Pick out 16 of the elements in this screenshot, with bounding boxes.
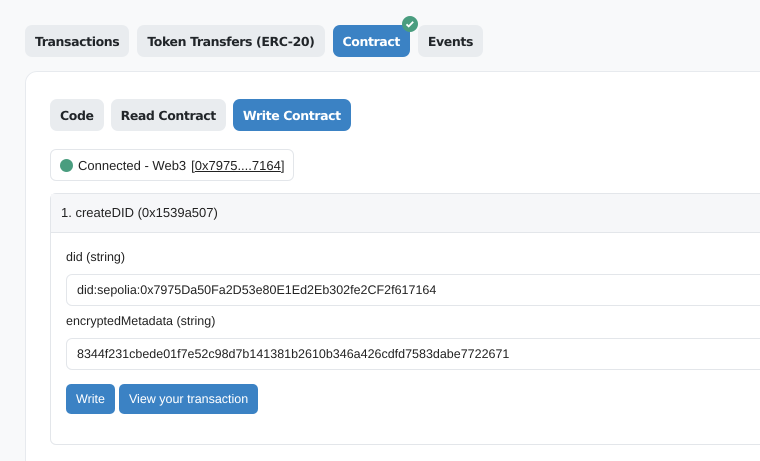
input-field[interactable]: 8344f231cbede01f7e52c98d7b141381b2610b346a426cdfd7583dabe7722671	[66, 338, 760, 370]
action-button[interactable]: Write	[66, 384, 115, 414]
tab[interactable]: Transactions	[25, 25, 130, 57]
status-text: Connected - Web3	[78, 158, 186, 172]
action-button[interactable]: View your transaction	[118, 384, 258, 414]
tab[interactable]: Code	[50, 99, 104, 131]
tab[interactable]: Events	[418, 25, 484, 57]
tab[interactable]: Write Contract	[232, 99, 351, 131]
function-title[interactable]: 1. createDID (0x1539a507)	[51, 194, 760, 233]
tab[interactable]: Read Contract	[110, 99, 226, 131]
input-field[interactable]: did:sepolia:0x7975Da50Fa2D53e80E1Ed2Eb302fe2CF2f617164	[66, 274, 760, 306]
field-label: did (string)	[66, 250, 126, 264]
address-link[interactable]: [0x7975....7164]	[191, 158, 284, 172]
tab[interactable]: Token Transfers (ERC-20)	[137, 25, 324, 57]
tab[interactable]: Contract	[332, 25, 410, 57]
field-label: encryptedMetadata (string)	[66, 314, 216, 328]
